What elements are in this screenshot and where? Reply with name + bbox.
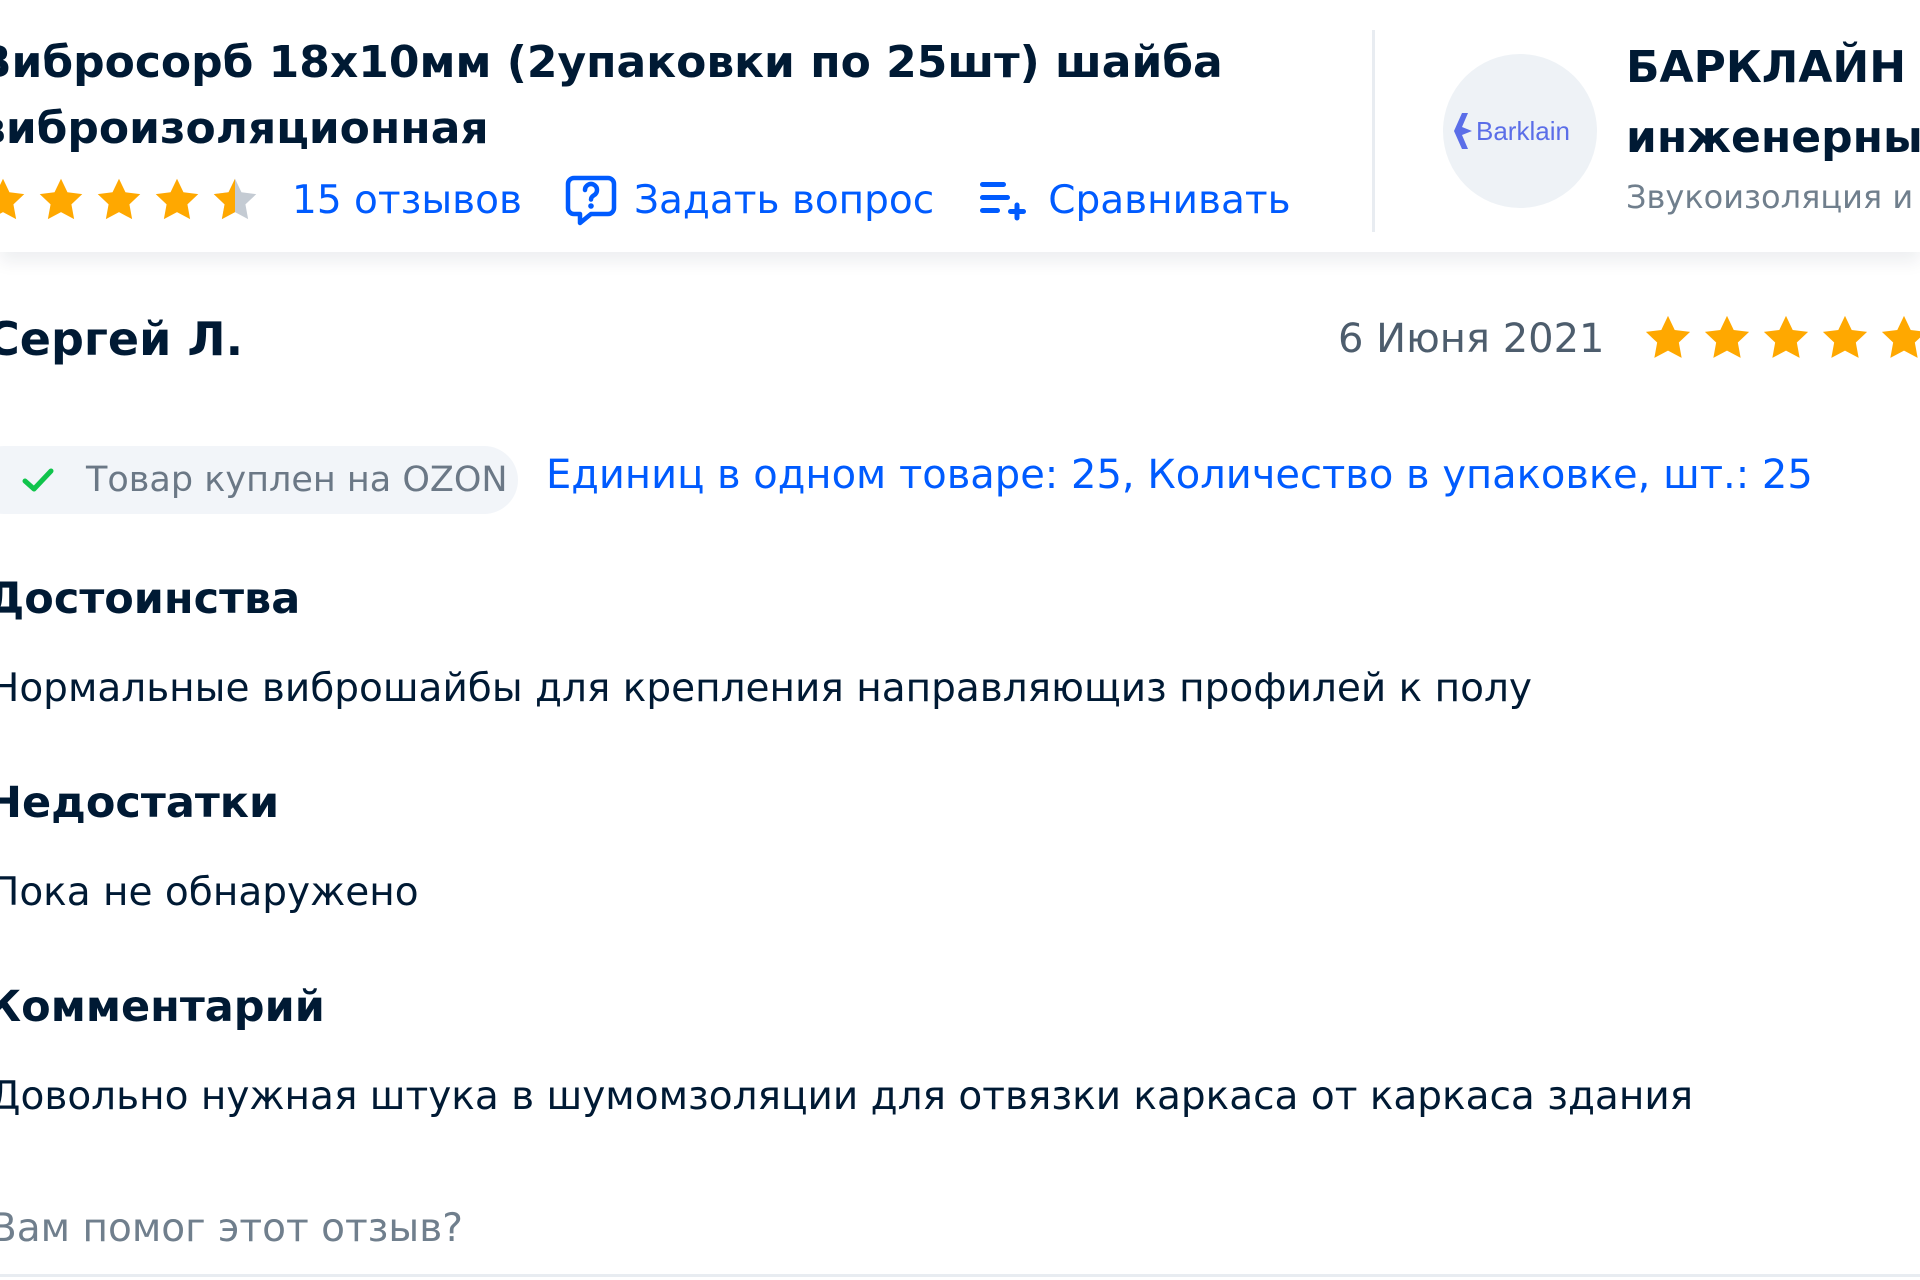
seller-logo-text: Barklain xyxy=(1476,116,1570,146)
product-variant-link[interactable]: Единиц в одном товаре: 25, Количество в … xyxy=(546,452,1813,498)
compare-button[interactable]: Сравнивать xyxy=(978,176,1291,224)
review-author: Сергей Л. xyxy=(0,312,244,366)
review-rating-stars xyxy=(1642,312,1920,364)
star-icon xyxy=(1881,315,1920,358)
pros-title: Достоинства xyxy=(0,574,301,624)
compare-list-plus-icon xyxy=(980,182,1027,221)
reviews-count-link[interactable]: 15 отзывов xyxy=(292,178,522,223)
review-divider xyxy=(0,1274,1920,1277)
comment-title: Комментарий xyxy=(0,982,325,1032)
star-icon xyxy=(97,178,141,220)
seller-description: Звукоизоляция и xyxy=(1626,178,1914,216)
barklain-logo-icon: Barklain xyxy=(1454,113,1570,149)
check-icon xyxy=(22,468,54,492)
star-icon xyxy=(1704,315,1750,358)
star-half-icon xyxy=(213,178,257,220)
purchase-badge-label: Товар куплен на OZON xyxy=(86,460,508,500)
comment-text: Довольно нужная штука в шумомзоляции для… xyxy=(0,1074,1694,1119)
star-icon xyxy=(1763,315,1809,358)
product-rating-stars[interactable] xyxy=(0,175,268,225)
pros-text: Нормальные виброшайбы для крепления напр… xyxy=(0,666,1532,711)
star-icon xyxy=(0,178,25,220)
star-icon xyxy=(39,178,83,220)
ask-question-button[interactable]: Задать вопрос xyxy=(564,173,934,227)
helpful-question: Вам помог этот отзыв? xyxy=(0,1206,463,1251)
question-bubble-icon xyxy=(565,175,617,226)
cons-title: Недостатки xyxy=(0,778,280,828)
compare-label: Сравнивать xyxy=(1048,177,1291,223)
product-header: Вибросорб 18х10мм (2упаковки по 25шт) ша… xyxy=(0,0,1920,252)
cons-text: Пока не обнаружено xyxy=(0,870,419,915)
star-icon xyxy=(1822,315,1868,358)
star-icon xyxy=(1645,315,1691,358)
review-date: 6 Июня 2021 xyxy=(1338,316,1605,362)
ask-question-label: Задать вопрос xyxy=(633,177,935,223)
header-divider xyxy=(1372,30,1375,232)
star-icon xyxy=(155,178,199,220)
seller-name[interactable]: БАРКЛАЙН xyxy=(1626,42,1906,93)
product-title: Вибросорб 18х10мм (2упаковки по 25шт) ша… xyxy=(0,37,1223,154)
seller-subtitle: инженерные xyxy=(1626,112,1920,163)
purchase-badge: Товар куплен на OZON xyxy=(0,446,518,514)
product-meta-row: 15 отзывов Задать вопрос Сравнивать xyxy=(0,168,1291,232)
seller-logo[interactable]: Barklain xyxy=(1443,54,1597,208)
